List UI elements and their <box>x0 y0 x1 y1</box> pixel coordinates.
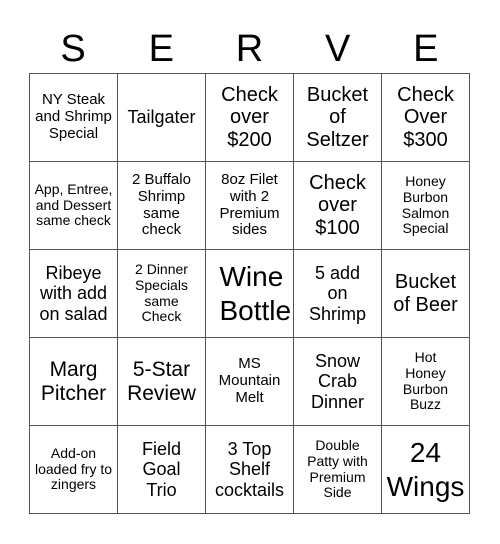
bingo-cell[interactable]: Bucket of Beer <box>382 250 470 338</box>
bingo-cell[interactable]: Bucket of Seltzer <box>294 74 382 162</box>
bingo-cell[interactable]: Add-on loaded fry to zingers <box>30 426 118 514</box>
bingo-cell[interactable]: Wine Bottle <box>206 250 294 338</box>
bingo-cell[interactable]: Check over $100 <box>294 162 382 250</box>
bingo-cell[interactable]: Snow Crab Dinner <box>294 338 382 426</box>
bingo-cell[interactable]: Marg Pitcher <box>30 338 118 426</box>
bingo-cell[interactable]: MS Mountain Melt <box>206 338 294 426</box>
bingo-cell[interactable]: 2 Buffalo Shrimp same check <box>118 162 206 250</box>
bingo-cell[interactable]: Tailgater <box>118 74 206 162</box>
header-letter-4: V <box>324 28 351 70</box>
header-letter-3: R <box>235 28 264 70</box>
bingo-cell[interactable]: 8oz Filet with 2 Premium sides <box>206 162 294 250</box>
bingo-cell[interactable]: NY Steak and Shrimp Special <box>30 74 118 162</box>
header-letter-5: E <box>413 28 439 70</box>
bingo-cell[interactable]: App, Entree, and Dessert same check <box>30 162 118 250</box>
bingo-cell[interactable]: Field Goal Trio <box>118 426 206 514</box>
bingo-cell[interactable]: 5 add on Shrimp <box>294 250 382 338</box>
bingo-cell[interactable]: Double Patty with Premium Side <box>294 426 382 514</box>
bingo-cell[interactable]: Ribeye with add on salad <box>30 250 118 338</box>
bingo-cell[interactable]: Check over $200 <box>206 74 294 162</box>
header-letter-2: E <box>148 28 174 70</box>
bingo-header: S E R V E <box>29 26 470 73</box>
bingo-grid: NY Steak and Shrimp Special Tailgater Ch… <box>29 73 470 514</box>
bingo-cell[interactable]: 2 Dinner Specials same Check <box>118 250 206 338</box>
header-letter-1: S <box>60 28 86 70</box>
bingo-cell[interactable]: 3 Top Shelf cocktails <box>206 426 294 514</box>
bingo-cell[interactable]: Honey Burbon Salmon Special <box>382 162 470 250</box>
bingo-cell[interactable]: 24 Wings <box>382 426 470 514</box>
bingo-cell[interactable]: Check Over $300 <box>382 74 470 162</box>
bingo-cell[interactable]: Hot Honey Burbon Buzz <box>382 338 470 426</box>
bingo-cell[interactable]: 5-Star Review <box>118 338 206 426</box>
